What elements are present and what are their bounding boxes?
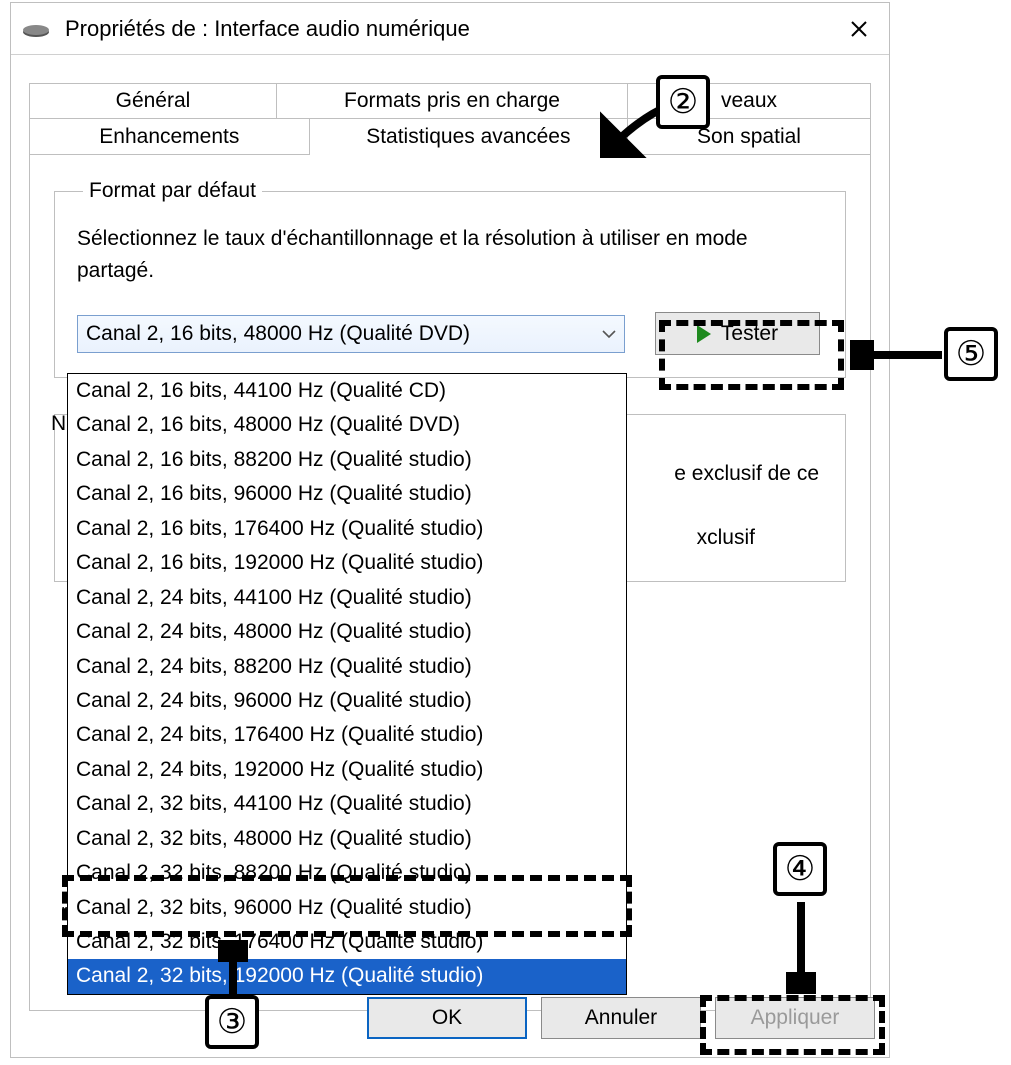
dropdown-option[interactable]: Canal 2, 16 bits, 96000 Hz (Qualité stud…: [68, 477, 626, 511]
dialog-button-bar: OK Annuler Appliquer: [367, 997, 875, 1039]
dropdown-option[interactable]: Canal 2, 32 bits, 176400 Hz (Qualité stu…: [68, 925, 626, 959]
dropdown-option[interactable]: Canal 2, 16 bits, 88200 Hz (Qualité stud…: [68, 443, 626, 477]
dropdown-option[interactable]: Canal 2, 16 bits, 176400 Hz (Qualité stu…: [68, 512, 626, 546]
tab-general[interactable]: Général: [29, 83, 277, 119]
dropdown-option[interactable]: Canal 2, 16 bits, 44100 Hz (Qualité CD): [68, 374, 626, 408]
dropdown-option[interactable]: Canal 2, 24 bits, 96000 Hz (Qualité stud…: [68, 684, 626, 718]
window-title: Propriétés de : Interface audio numériqu…: [65, 16, 839, 42]
dropdown-option[interactable]: Canal 2, 24 bits, 88200 Hz (Qualité stud…: [68, 650, 626, 684]
chevron-down-icon: [602, 326, 616, 342]
cancel-button[interactable]: Annuler: [541, 997, 701, 1039]
dropdown-option[interactable]: Canal 2, 32 bits, 48000 Hz (Qualité stud…: [68, 822, 626, 856]
tab-levels[interactable]: veaux: [628, 83, 871, 119]
sample-rate-combo-value: Canal 2, 16 bits, 48000 Hz (Qualité DVD): [86, 322, 470, 346]
tab-strip: Général Formats pris en charge veaux Enh…: [29, 83, 871, 155]
exclusive-text-fragment-1: e exclusif de ce: [674, 462, 819, 486]
test-button-label: Tester: [721, 322, 778, 346]
play-icon: [697, 325, 711, 343]
audio-device-icon: [21, 20, 51, 38]
dropdown-option[interactable]: Canal 2, 24 bits, 192000 Hz (Qualité stu…: [68, 753, 626, 787]
ok-button[interactable]: OK: [367, 997, 527, 1039]
dropdown-option[interactable]: Canal 2, 24 bits, 176400 Hz (Qualité stu…: [68, 718, 626, 752]
dropdown-option[interactable]: Canal 2, 16 bits, 192000 Hz (Qualité stu…: [68, 546, 626, 580]
tab-enhancements[interactable]: Enhancements: [29, 119, 310, 155]
sample-rate-combo[interactable]: Canal 2, 16 bits, 48000 Hz (Qualité DVD): [77, 315, 625, 353]
titlebar: Propriétés de : Interface audio numériqu…: [11, 3, 889, 55]
dropdown-option[interactable]: Canal 2, 32 bits, 192000 Hz (Qualité stu…: [68, 959, 626, 993]
dropdown-option[interactable]: Canal 2, 32 bits, 96000 Hz (Qualité stud…: [68, 891, 626, 925]
tab-spatial[interactable]: Son spatial: [628, 119, 871, 155]
exclusive-left-fragment: N: [51, 412, 66, 436]
sample-rate-dropdown-list[interactable]: Canal 2, 16 bits, 44100 Hz (Qualité CD)C…: [67, 373, 627, 995]
tab-advanced[interactable]: Statistiques avancées: [310, 119, 628, 155]
test-button[interactable]: Tester: [655, 312, 820, 355]
dropdown-option[interactable]: Canal 2, 24 bits, 44100 Hz (Qualité stud…: [68, 581, 626, 615]
dropdown-option[interactable]: Canal 2, 16 bits, 48000 Hz (Qualité DVD): [68, 408, 626, 442]
group-default-format: Format par défaut Sélectionnez le taux d…: [54, 179, 846, 378]
close-icon[interactable]: [839, 9, 879, 49]
tab-formats[interactable]: Formats pris en charge: [277, 83, 628, 119]
group-default-format-legend: Format par défaut: [83, 179, 262, 203]
dropdown-option[interactable]: Canal 2, 32 bits, 88200 Hz (Qualité stud…: [68, 856, 626, 890]
apply-button[interactable]: Appliquer: [715, 997, 875, 1039]
exclusive-text-fragment-2: xclusif: [697, 526, 755, 550]
dropdown-option[interactable]: Canal 2, 32 bits, 44100 Hz (Qualité stud…: [68, 787, 626, 821]
dropdown-option[interactable]: Canal 2, 24 bits, 48000 Hz (Qualité stud…: [68, 615, 626, 649]
annotation-badge-5: ⑤: [944, 327, 998, 381]
default-format-instruction: Sélectionnez le taux d'échantillonnage e…: [77, 223, 823, 286]
